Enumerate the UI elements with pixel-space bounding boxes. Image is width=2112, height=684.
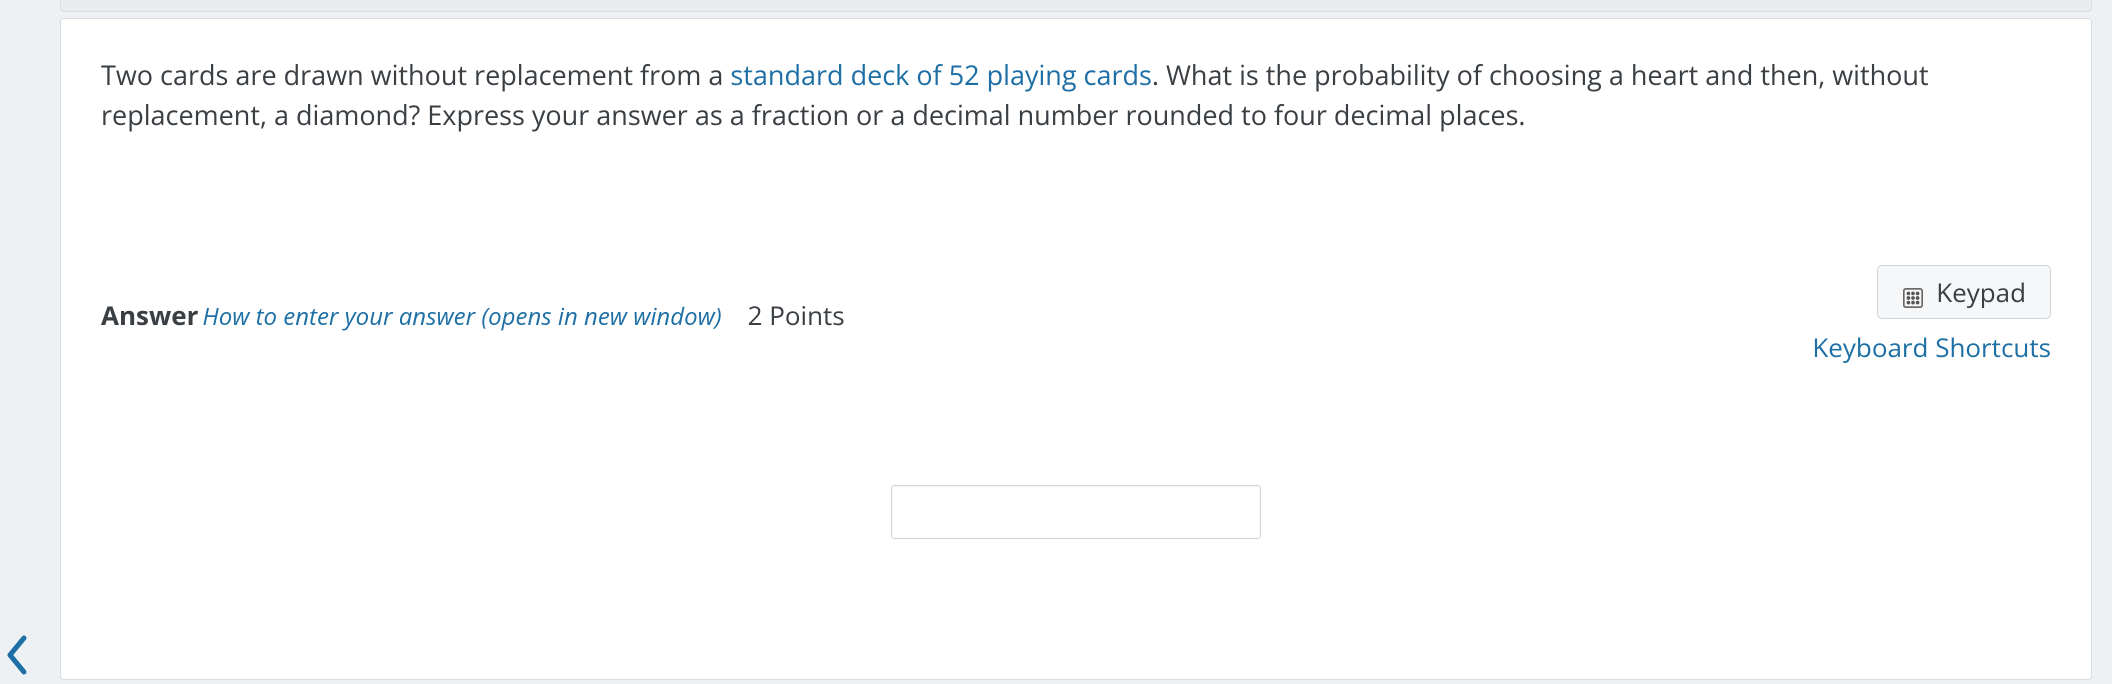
- keypad-button-label: Keypad: [1936, 274, 2026, 310]
- question-text-before: Two cards are drawn without replacement …: [101, 56, 730, 93]
- question-text: Two cards are drawn without replacement …: [101, 55, 1961, 135]
- answer-header-right: Keypad Keyboard Shortcuts: [1812, 265, 2051, 365]
- question-panel: Two cards are drawn without replacement …: [60, 18, 2092, 680]
- answer-label: Answer: [101, 297, 198, 333]
- answer-input[interactable]: [891, 485, 1261, 539]
- previous-panel-edge: [60, 0, 2092, 12]
- answer-help-link[interactable]: How to enter your answer (opens in new w…: [202, 300, 721, 333]
- keypad-button[interactable]: Keypad: [1877, 265, 2051, 319]
- answer-header-left: AnswerHow to enter your answer (opens in…: [101, 297, 845, 333]
- keypad-icon: [1902, 281, 1924, 303]
- chevron-left-icon[interactable]: [0, 634, 32, 676]
- deck-link[interactable]: standard deck of 52 playing cards: [730, 56, 1151, 93]
- answer-header-row: AnswerHow to enter your answer (opens in…: [101, 265, 2051, 365]
- keyboard-shortcuts-link[interactable]: Keyboard Shortcuts: [1812, 329, 2051, 365]
- answer-input-container: [101, 485, 2051, 539]
- points-label: 2 Points: [748, 297, 845, 333]
